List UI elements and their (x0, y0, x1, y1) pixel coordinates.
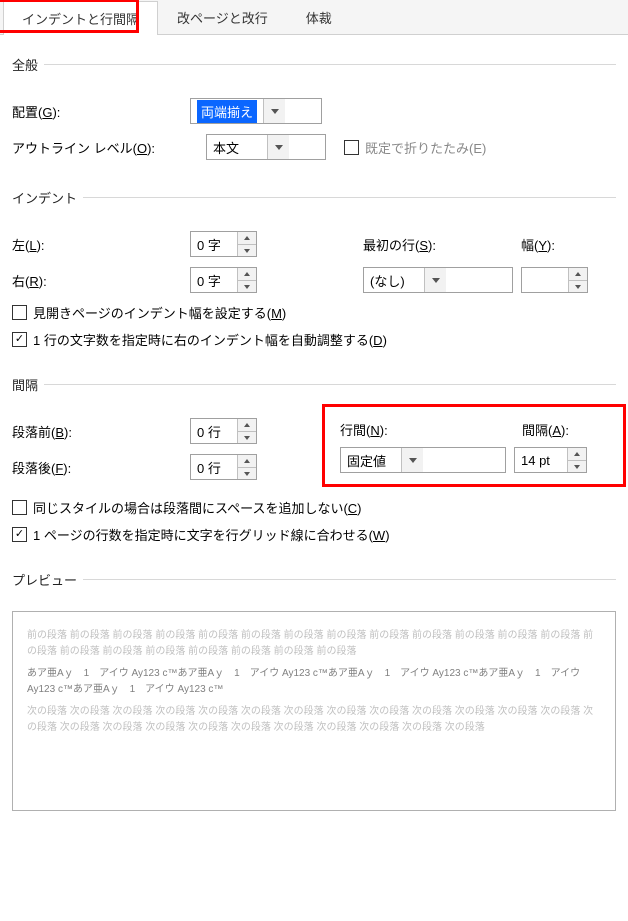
same-style-label: 同じスタイルの場合は段落間にスペースを追加しない(C) (33, 498, 362, 517)
preview-legend: プレビュー (12, 570, 83, 589)
first-line-value: (なし) (364, 271, 424, 290)
spinner-down-icon[interactable] (568, 460, 586, 472)
indent-legend: インデント (12, 188, 83, 207)
width-label: 幅(Y): (521, 235, 555, 254)
first-line-label: 最初の行(S): (363, 235, 513, 254)
tab-label: 改ページと改行 (177, 11, 268, 26)
tab-label: 体裁 (306, 11, 332, 26)
spinner-up-icon[interactable] (568, 448, 586, 460)
width-value (522, 268, 568, 292)
line-spacing-select[interactable]: 固定値 (340, 447, 506, 473)
tab-indent-spacing[interactable]: インデントと行間隔 (3, 1, 158, 35)
first-line-select[interactable]: (なし) (363, 267, 513, 293)
tab-label: インデントと行間隔 (22, 12, 139, 27)
indent-left-value: 0 字 (191, 232, 237, 256)
spacing-group: 間隔 段落前(B): 0 行 段落後(F): (12, 375, 616, 560)
chevron-down-icon (424, 268, 446, 292)
mirror-indent-label: 見開きページのインデント幅を設定する(M) (33, 303, 286, 322)
general-group: 全般 配置(G): 両端揃え アウトライン レベル(O): 本文 既定で折りたた… (12, 55, 616, 178)
preview-sample-text: あア亜Aｙ 1 アイウ Ay123 c™あア亜Aｙ 1 アイウ Ay123 c™… (27, 666, 601, 698)
alignment-value: 両端揃え (197, 100, 257, 123)
preview-box: 前の段落 前の段落 前の段落 前の段落 前の段落 前の段落 前の段落 前の段落 … (12, 611, 616, 811)
snap-grid-checkbox[interactable]: ✓ (12, 527, 27, 542)
indent-right-value: 0 字 (191, 268, 237, 292)
general-legend: 全般 (12, 55, 44, 74)
chevron-down-icon (263, 99, 285, 123)
spinner-down-icon[interactable] (238, 467, 256, 479)
spinner-down-icon[interactable] (238, 431, 256, 443)
spinner-up-icon[interactable] (238, 268, 256, 280)
spacing-legend: 間隔 (12, 375, 44, 394)
tab-bar: インデントと行間隔 改ページと改行 体裁 (0, 0, 628, 35)
spinner-down-icon[interactable] (238, 280, 256, 292)
alignment-label: 配置(G): (12, 102, 182, 121)
at-value: 14 pt (515, 448, 567, 472)
line-spacing-value: 固定値 (341, 451, 401, 470)
outline-select[interactable]: 本文 (206, 134, 326, 160)
tab-typography[interactable]: 体裁 (287, 0, 351, 34)
alignment-select[interactable]: 両端揃え (190, 98, 322, 124)
space-before-label: 段落前(B): (12, 422, 182, 441)
chevron-down-icon (401, 448, 423, 472)
space-after-label: 段落後(F): (12, 458, 182, 477)
space-before-value: 0 行 (191, 419, 237, 443)
auto-adjust-checkbox[interactable]: ✓ (12, 332, 27, 347)
auto-adjust-label: 1 行の文字数を指定時に右のインデント幅を自動調整する(D) (33, 330, 387, 349)
same-style-checkbox[interactable] (12, 500, 27, 515)
preview-group: プレビュー 前の段落 前の段落 前の段落 前の段落 前の段落 前の段落 前の段落… (12, 570, 616, 819)
preview-next-text: 次の段落 次の段落 次の段落 次の段落 次の段落 次の段落 次の段落 次の段落 … (27, 704, 601, 736)
snap-grid-label: 1 ページの行数を指定時に文字を行グリッド線に合わせる(W) (33, 525, 390, 544)
collapse-checkbox[interactable] (344, 140, 359, 155)
space-after-value: 0 行 (191, 455, 237, 479)
indent-left-label: 左(L): (12, 235, 182, 254)
indent-right-spinner[interactable]: 0 字 (190, 267, 257, 293)
spinner-up-icon[interactable] (569, 268, 587, 280)
outline-value: 本文 (207, 138, 267, 157)
collapse-label: 既定で折りたたみ(E) (365, 138, 486, 157)
indent-right-label: 右(R): (12, 271, 182, 290)
spinner-down-icon[interactable] (569, 280, 587, 292)
space-after-spinner[interactable]: 0 行 (190, 454, 257, 480)
at-spinner[interactable]: 14 pt (514, 447, 587, 473)
tab-page-break[interactable]: 改ページと改行 (158, 0, 287, 34)
spinner-up-icon[interactable] (238, 455, 256, 467)
at-label: 間隔(A): (522, 420, 569, 439)
indent-group: インデント 左(L): 0 字 最初の行(S): 幅(Y): 右(R): 0 字 (12, 188, 616, 365)
preview-prev-text: 前の段落 前の段落 前の段落 前の段落 前の段落 前の段落 前の段落 前の段落 … (27, 628, 601, 660)
space-before-spinner[interactable]: 0 行 (190, 418, 257, 444)
chevron-down-icon (267, 135, 289, 159)
line-spacing-label: 行間(N): (340, 420, 514, 439)
spinner-up-icon[interactable] (238, 419, 256, 431)
indent-left-spinner[interactable]: 0 字 (190, 231, 257, 257)
spinner-up-icon[interactable] (238, 232, 256, 244)
mirror-indent-checkbox[interactable] (12, 305, 27, 320)
spinner-down-icon[interactable] (238, 244, 256, 256)
width-spinner[interactable] (521, 267, 588, 293)
outline-label: アウトライン レベル(O): (12, 138, 198, 157)
